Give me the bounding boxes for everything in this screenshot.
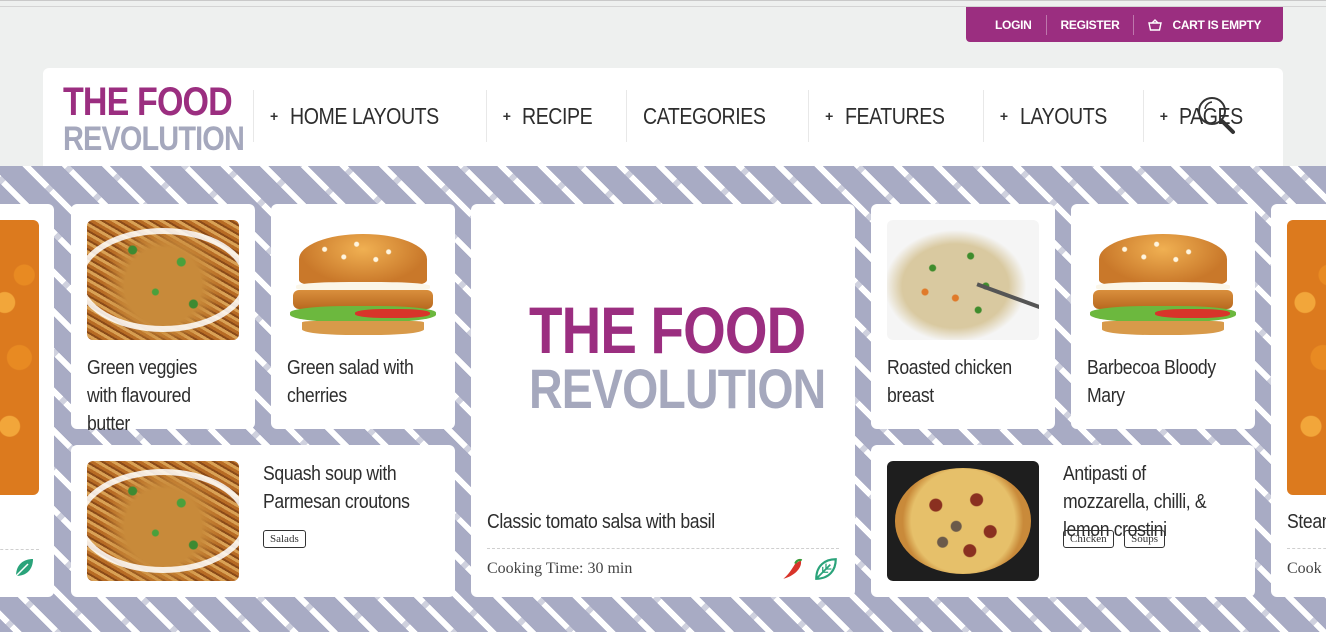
burger-bun-bottom — [302, 320, 424, 336]
recipe-card-green-salad[interactable]: Green salad with cherries — [271, 204, 455, 429]
featured-logo-line-2: REVOLUTION — [529, 357, 826, 420]
plus-icon: + — [1159, 108, 1168, 124]
burger-tomato — [355, 308, 430, 319]
recipe-image[interactable] — [0, 220, 39, 495]
account-bar: LOGIN REGISTER CART IS EMPTY — [966, 7, 1283, 42]
nav-item-label: CATEGORIES — [643, 102, 766, 129]
site-logo[interactable]: THE FOOD REVOLUTION — [63, 80, 245, 158]
tag-list: Chicken Soups — [1063, 529, 1171, 548]
recipe-title[interactable]: Barbecoa Bloody Mary — [1087, 354, 1247, 410]
login-link[interactable]: LOGIN — [966, 15, 1046, 35]
plus-icon: + — [270, 108, 278, 124]
basket-icon — [1148, 18, 1163, 31]
nav-item-label: LAYOUTS — [1019, 102, 1107, 129]
recipe-image[interactable] — [1087, 220, 1239, 340]
burger-bun-top — [1099, 234, 1227, 286]
recipe-image[interactable] — [1287, 220, 1326, 495]
leaf-icon — [15, 559, 33, 577]
nav-item-label: HOME LAYOUTS — [289, 102, 439, 129]
recipe-title[interactable]: Green veggies with flavoured butter — [87, 354, 247, 438]
recipe-image[interactable] — [87, 220, 239, 340]
nav-item-recipe[interactable]: + RECIPE — [485, 90, 626, 142]
nav-item-features[interactable]: + FEATURES — [808, 90, 983, 142]
nav-item-label: FEATURES — [844, 102, 945, 129]
featured-logo: THE FOOD REVOLUTION — [529, 293, 826, 420]
recipe-card-roasted-chicken[interactable]: Roasted chicken breast — [871, 204, 1055, 429]
tag-salads[interactable]: Salads — [263, 530, 306, 548]
plus-icon: + — [825, 108, 833, 124]
recipe-image[interactable] — [87, 461, 239, 581]
site-header: THE FOOD REVOLUTION + HOME LAYOUTS + REC… — [43, 68, 1283, 178]
featured-recipe-title[interactable]: Classic tomato salsa with basil — [487, 508, 847, 536]
logo-line-1: THE FOOD — [63, 80, 233, 124]
plus-icon: + — [502, 108, 511, 124]
featured-recipe-card[interactable]: THE FOOD REVOLUTION Classic tomato salsa… — [471, 204, 855, 597]
leaf-icon — [815, 558, 837, 580]
recipe-card-partial-left[interactable] — [0, 204, 54, 597]
logo-line-2: REVOLUTION — [63, 120, 245, 158]
main-nav: + HOME LAYOUTS + RECIPE CATEGORIES + FEA… — [253, 90, 1275, 142]
recipe-card-squash-soup[interactable]: Squash soup with Parmesan croutons Salad… — [71, 445, 455, 597]
card-divider — [0, 549, 39, 550]
card-divider — [1287, 548, 1326, 549]
chili-icon — [783, 558, 803, 579]
recipe-card-barbecoa[interactable]: Barbecoa Bloody Mary — [1071, 204, 1255, 429]
nav-item-label: RECIPE — [522, 102, 593, 129]
recipe-card-partial-right[interactable]: Stean Cook — [1271, 204, 1326, 597]
search-icon[interactable] — [1193, 92, 1239, 138]
recipe-image[interactable] — [287, 220, 439, 340]
recipe-image[interactable] — [887, 220, 1039, 340]
recipe-title[interactable]: Stean — [1287, 508, 1326, 536]
cooking-time: Cook — [1287, 560, 1322, 577]
register-link[interactable]: REGISTER — [1045, 14, 1134, 35]
cooking-time: Cooking Time: 30 min — [487, 560, 633, 577]
card-divider — [487, 548, 839, 549]
recipe-card-antipasti[interactable]: Antipasti of mozzarella, chilli, & lemon… — [871, 445, 1255, 597]
recipe-card-green-veggies[interactable]: Green veggies with flavoured butter — [71, 204, 255, 435]
burger-tomato — [1155, 308, 1230, 319]
pizza-disc — [894, 468, 1032, 574]
recipe-title[interactable]: Roasted chicken breast — [887, 354, 1047, 410]
featured-logo-line-1: THE FOOD — [529, 293, 806, 367]
cart-label: CART IS EMPTY — [1172, 17, 1262, 32]
nav-item-home-layouts[interactable]: + HOME LAYOUTS — [253, 90, 486, 142]
nav-item-categories[interactable]: CATEGORIES — [626, 90, 808, 142]
recipe-title[interactable]: Green salad with cherries — [287, 354, 447, 410]
plus-icon: + — [999, 108, 1008, 124]
tag-soups[interactable]: Soups — [1124, 530, 1166, 548]
burger-bun-top — [299, 234, 427, 286]
tag-chicken[interactable]: Chicken — [1063, 530, 1114, 548]
nav-item-layouts[interactable]: + LAYOUTS — [982, 90, 1143, 142]
recipe-image[interactable] — [887, 461, 1039, 581]
burger-bun-bottom — [1102, 320, 1224, 336]
tag-list: Salads — [263, 529, 312, 548]
recipe-title[interactable]: Squash soup with Parmesan croutons — [263, 460, 443, 516]
cart-link[interactable]: CART IS EMPTY — [1133, 14, 1275, 35]
